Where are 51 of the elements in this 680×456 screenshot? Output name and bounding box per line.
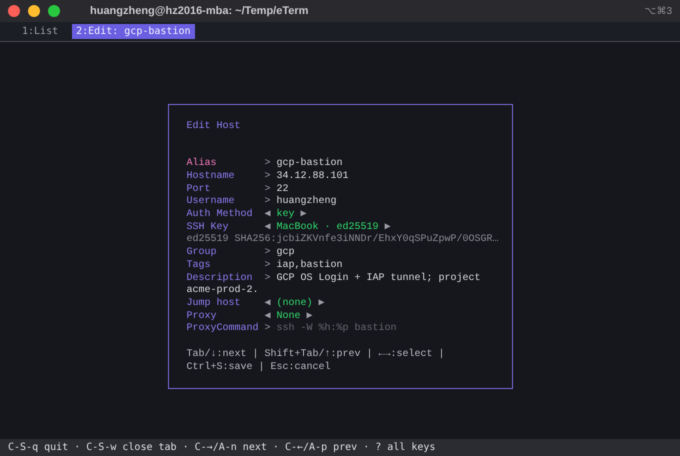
- tab[interactable]: 1:List: [18, 24, 62, 39]
- field-value[interactable]: huangzheng: [276, 196, 337, 208]
- prompt-icon: >: [264, 158, 271, 170]
- prompt-icon: >: [264, 260, 271, 271]
- right-arrow-icon[interactable]: ▶: [300, 209, 307, 220]
- field-value[interactable]: 22: [276, 184, 289, 195]
- right-arrow-icon[interactable]: ▶: [306, 310, 313, 322]
- field-value[interactable]: GCP OS Login + IAP tunnel; project: [276, 272, 481, 284]
- option-value[interactable]: None: [276, 310, 301, 322]
- status-bar: C-S-q quit · C-S-w close tab · C-→/A-n next · C-←/A-p prev · ? all keys: [0, 439, 680, 456]
- left-arrow-icon[interactable]: ◀: [264, 298, 271, 309]
- key-fingerprint: ed25519 SHA256:jcbiZKVnfe3iNNDr/EhxY0qSPuZpwP/0OSGR…: [186, 234, 500, 247]
- option-value[interactable]: key: [276, 209, 295, 220]
- right-arrow-icon[interactable]: ▶: [318, 298, 325, 309]
- field-value: acme-prod-2.: [186, 285, 260, 298]
- option-value[interactable]: (none): [276, 298, 313, 309]
- prompt-icon: >: [264, 184, 271, 195]
- prompt-icon: >: [264, 247, 271, 258]
- field-label: Group: [186, 247, 218, 260]
- field-label: Description: [186, 272, 254, 284]
- field-label: Jump host: [186, 298, 242, 311]
- left-arrow-icon[interactable]: ◀: [264, 209, 271, 220]
- close-button[interactable]: [8, 5, 20, 17]
- left-arrow-icon[interactable]: ◀: [264, 310, 271, 322]
- field-label: SSH Key: [186, 222, 230, 234]
- field-label: Hostname: [186, 170, 236, 184]
- field-label: Proxy: [186, 310, 218, 322]
- prompt-icon: >: [264, 323, 271, 334]
- dialog-title: Edit Host: [186, 120, 242, 134]
- field-label: Tags: [186, 260, 212, 272]
- help-text: Tab/↓:next | Shift+Tab/↑:prev | ←→:select | Ctrl+S:save | Esc:cancel: [186, 349, 446, 374]
- field-value[interactable]: gcp: [276, 247, 295, 258]
- field-label: Alias: [186, 158, 218, 171]
- tab[interactable]: 2:Edit: gcp-bastion: [72, 24, 195, 39]
- field-label: Port: [186, 184, 212, 196]
- prompt-icon: >: [264, 196, 271, 208]
- window-title: huangzheng@hz2016-mba: ~/Temp/eTerm: [90, 4, 308, 19]
- minimize-button[interactable]: [28, 5, 40, 17]
- field-value[interactable]: gcp-bastion: [276, 158, 343, 170]
- field-label: Username: [186, 196, 236, 208]
- window-shortcut: ⌥⌘3: [644, 4, 672, 18]
- left-arrow-icon[interactable]: ◀: [264, 222, 271, 233]
- field-label: ProxyCommand: [186, 323, 260, 336]
- zoom-button[interactable]: [48, 5, 60, 17]
- prompt-icon: >: [264, 170, 271, 182]
- field-value[interactable]: 34.12.88.101: [276, 170, 349, 182]
- option-value[interactable]: MacBook · ed25519: [276, 222, 379, 233]
- prompt-icon: >: [264, 272, 271, 284]
- right-arrow-icon[interactable]: ▶: [384, 222, 391, 233]
- field-value[interactable]: iap,bastion: [276, 260, 343, 271]
- field-label: Auth Method: [186, 209, 254, 222]
